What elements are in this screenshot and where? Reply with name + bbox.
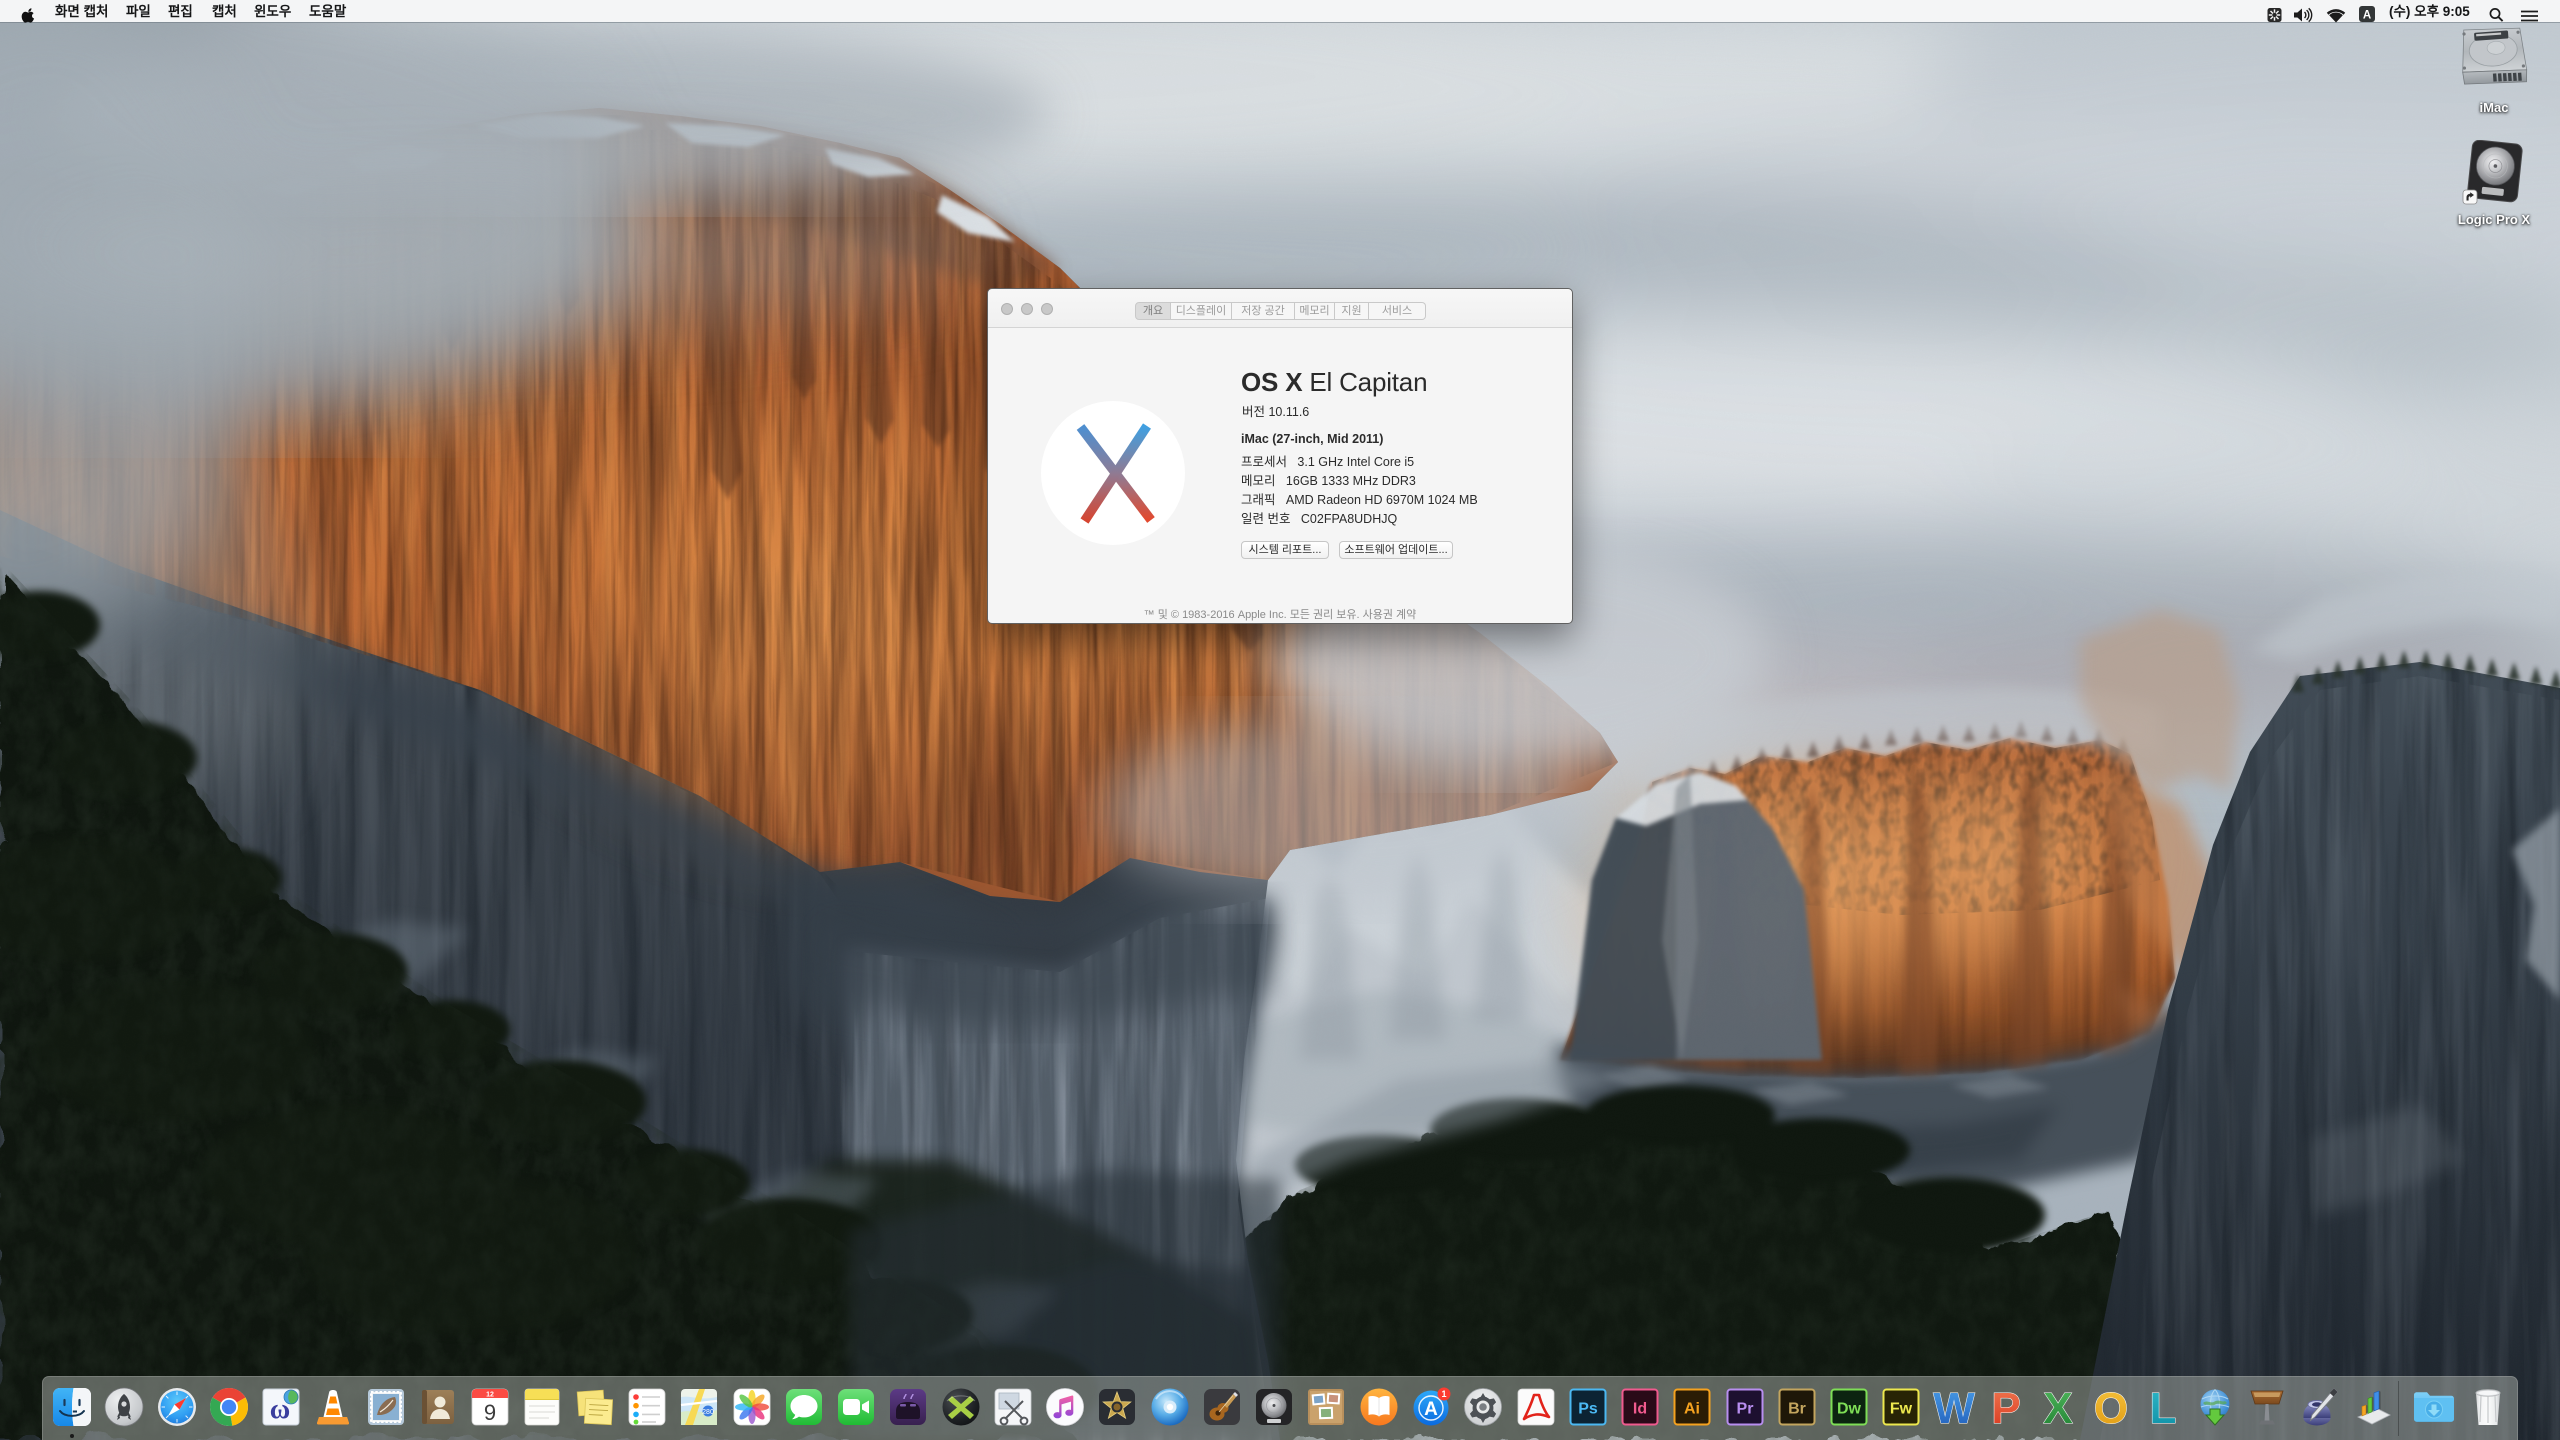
svg-text:1: 1 bbox=[1441, 1389, 1446, 1399]
svg-text:Fw: Fw bbox=[1890, 1401, 1913, 1418]
svg-text:Pr: Pr bbox=[1737, 1401, 1754, 1418]
svg-text:Dw: Dw bbox=[1837, 1401, 1862, 1418]
svg-text:9: 9 bbox=[484, 1400, 496, 1425]
svg-text:Ps: Ps bbox=[1578, 1401, 1598, 1418]
svg-text:12: 12 bbox=[486, 1392, 494, 1399]
svg-text:Br: Br bbox=[1788, 1401, 1806, 1418]
svg-text:280: 280 bbox=[702, 1409, 714, 1416]
svg-text:W: W bbox=[1933, 1384, 1975, 1429]
svg-text:A: A bbox=[2363, 9, 2371, 21]
svg-text:Id: Id bbox=[1633, 1401, 1647, 1418]
svg-text:A: A bbox=[1424, 1399, 1438, 1420]
svg-text:O: O bbox=[2094, 1384, 2128, 1429]
svg-text:P: P bbox=[1991, 1384, 2020, 1429]
svg-text:Ai: Ai bbox=[1684, 1401, 1700, 1418]
svg-text:L: L bbox=[2150, 1384, 2177, 1429]
svg-text:X: X bbox=[2043, 1384, 2072, 1429]
